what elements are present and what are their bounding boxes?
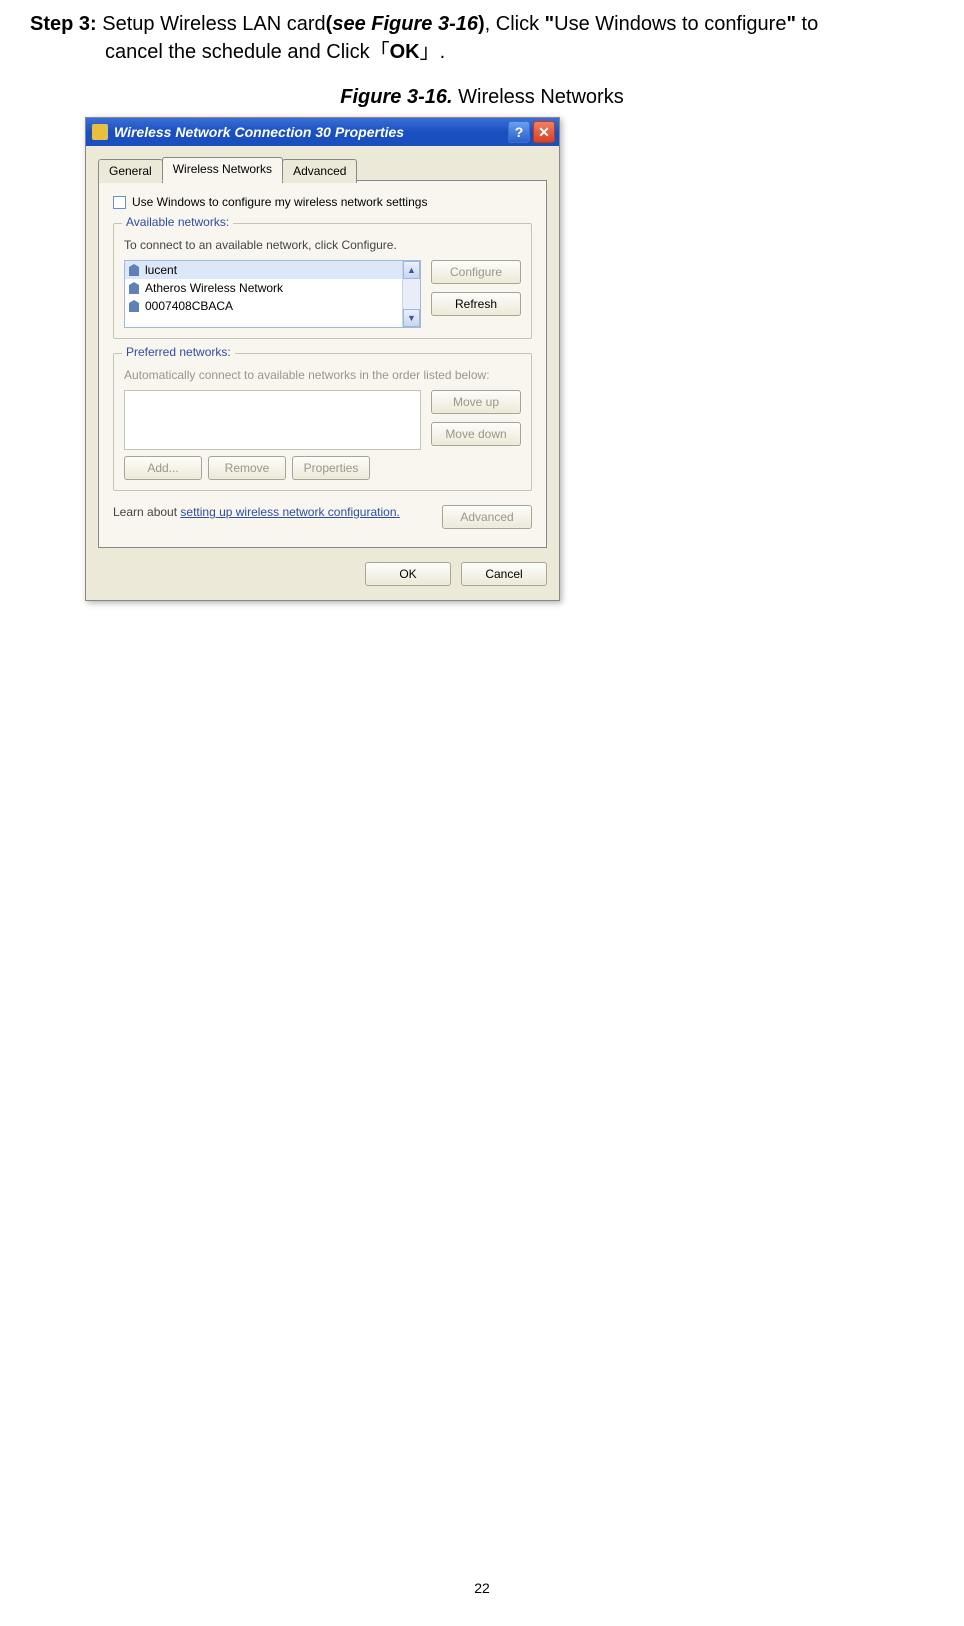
available-title: Available networks: [122, 215, 233, 229]
network-item-lucent[interactable]: lucent [125, 261, 402, 279]
scroll-up-icon[interactable]: ▲ [403, 261, 420, 279]
step-line2b: 」. [420, 41, 446, 63]
preferred-row: Move up Move down [124, 390, 521, 450]
learn-text: Learn about setting up wireless network … [113, 505, 430, 519]
network-label: 0007408CBACA [145, 299, 233, 313]
preferred-title: Preferred networks: [122, 345, 235, 359]
use-windows-checkbox[interactable] [113, 196, 126, 209]
available-row: lucent Atheros Wireless Network 0007408C… [124, 260, 521, 328]
help-button[interactable]: ? [508, 121, 530, 143]
ok-label: OK [390, 41, 420, 63]
configure-button[interactable]: Configure [431, 260, 521, 284]
network-label: lucent [145, 263, 177, 277]
refresh-button[interactable]: Refresh [431, 292, 521, 316]
preferred-buttons: Move up Move down [431, 390, 521, 450]
preferred-instruction: Automatically connect to available netwo… [124, 368, 521, 382]
preferred-bottom-buttons: Add... Remove Properties [124, 456, 521, 480]
step-line-1: Step 3: Setup Wireless LAN card(see Figu… [30, 10, 934, 38]
preferred-networks-list[interactable] [124, 390, 421, 450]
available-buttons: Configure Refresh [431, 260, 521, 328]
available-networks-group: Available networks: To connect to an ava… [113, 223, 532, 339]
tab-strip: General Wireless Networks Advanced [98, 157, 547, 181]
figure-caption-label: Figure [340, 86, 401, 108]
learn-row: Learn about setting up wireless network … [113, 505, 532, 529]
figure-caption-num: 3-16. [401, 86, 452, 108]
paren-close: ) [478, 13, 485, 35]
learn-prefix: Learn about [113, 505, 180, 519]
list-scrollbar[interactable]: ▲ ▼ [402, 261, 420, 327]
scroll-down-icon[interactable]: ▼ [403, 309, 420, 327]
add-button[interactable]: Add... [124, 456, 202, 480]
antenna-icon [129, 282, 139, 294]
tab-general[interactable]: General [98, 159, 163, 183]
tab-wireless-networks[interactable]: Wireless Networks [162, 157, 283, 181]
learn-link[interactable]: setting up wireless network configuratio… [180, 505, 399, 519]
wireless-icon [92, 124, 108, 140]
properties-button[interactable]: Properties [292, 456, 370, 480]
step-label: Step 3: [30, 13, 97, 35]
network-item-mac[interactable]: 0007408CBACA [125, 297, 402, 315]
document-body: Step 3: Setup Wireless LAN card(see Figu… [0, 0, 964, 66]
see-label: see [332, 13, 365, 35]
titlebar[interactable]: Wireless Network Connection 30 Propertie… [86, 118, 559, 146]
page-number: 22 [0, 1580, 964, 1596]
available-instruction: To connect to an available network, clic… [124, 238, 521, 252]
antenna-icon [129, 300, 139, 312]
use-windows-checkbox-row: Use Windows to configure my wireless net… [113, 195, 532, 209]
titlebar-text: Wireless Network Connection 30 Propertie… [114, 124, 508, 140]
click-text: Use Windows to configure [554, 13, 786, 35]
step-text-1b: , Click [485, 13, 545, 35]
moveup-button[interactable]: Move up [431, 390, 521, 414]
tab-advanced[interactable]: Advanced [282, 159, 357, 183]
advanced-button[interactable]: Advanced [442, 505, 532, 529]
ok-button[interactable]: OK [365, 562, 451, 586]
available-networks-list[interactable]: lucent Atheros Wireless Network 0007408C… [124, 260, 421, 328]
quote-close: " [786, 13, 795, 35]
preferred-networks-group: Preferred networks: Automatically connec… [113, 353, 532, 491]
antenna-icon [129, 264, 139, 276]
step-line2a: cancel the schedule and Click「 [105, 41, 390, 63]
cancel-button[interactable]: Cancel [461, 562, 547, 586]
network-item-atheros[interactable]: Atheros Wireless Network [125, 279, 402, 297]
titlebar-buttons: ? ✕ [508, 121, 555, 143]
properties-dialog: Wireless Network Connection 30 Propertie… [85, 117, 560, 601]
tab-panel: Use Windows to configure my wireless net… [98, 180, 547, 548]
dialog-body: General Wireless Networks Advanced Use W… [86, 146, 559, 600]
network-label: Atheros Wireless Network [145, 281, 283, 295]
step-line-2: cancel the schedule and Click「OK」. [30, 38, 934, 66]
dialog-footer: OK Cancel [98, 548, 547, 586]
figure-ref: Figure 3-16 [371, 13, 478, 35]
step-text-1c: to [796, 13, 818, 35]
figure-caption: Figure 3-16. Wireless Networks [0, 86, 964, 109]
movedown-button[interactable]: Move down [431, 422, 521, 446]
remove-button[interactable]: Remove [208, 456, 286, 480]
figure-caption-text: Wireless Networks [453, 86, 624, 108]
close-button[interactable]: ✕ [533, 121, 555, 143]
use-windows-label: Use Windows to configure my wireless net… [132, 195, 427, 209]
quote-open: " [545, 13, 554, 35]
step-text-1a: Setup Wireless LAN card [97, 13, 326, 35]
